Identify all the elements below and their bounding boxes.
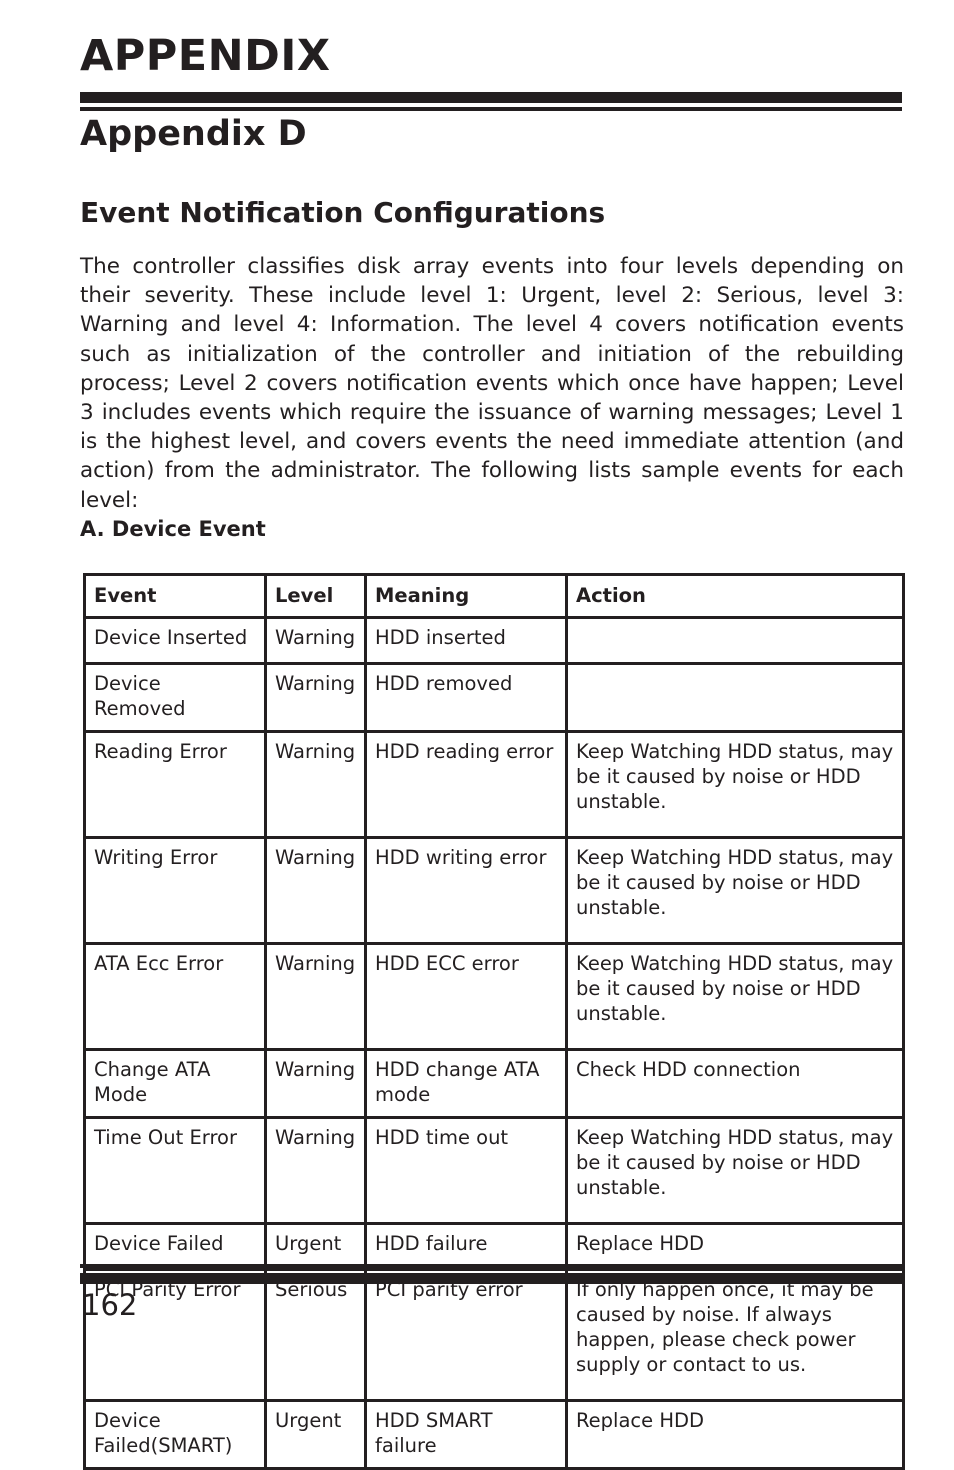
- cell-meaning: HDD writing error: [364, 836, 568, 945]
- table-row: Writing Error Warning HDD writing error …: [83, 836, 905, 945]
- cell-level: Urgent: [264, 1399, 367, 1470]
- table-row: Device Failed Urgent HDD failure Replace…: [83, 1222, 905, 1271]
- column-header-action: Action: [565, 573, 905, 619]
- cell-level: Warning: [264, 730, 367, 839]
- table-row: ATA Ecc Error Warning HDD ECC error Keep…: [83, 942, 905, 1051]
- table-row: Change ATA Mode Warning HDD change ATA m…: [83, 1048, 905, 1119]
- cell-event: Writing Error: [83, 836, 267, 945]
- cell-action: Keep Watching HDD status, may be it caus…: [565, 730, 905, 839]
- page-number: 162: [82, 1288, 138, 1322]
- cell-meaning: HDD reading error: [364, 730, 568, 839]
- column-header-level: Level: [264, 573, 367, 619]
- section-heading: Event Notification Configurations: [80, 196, 606, 229]
- column-header-meaning: Meaning: [364, 573, 568, 619]
- cell-level: Urgent: [264, 1222, 367, 1271]
- table-row: PCI Parity Error Serious PCI parity erro…: [83, 1268, 905, 1402]
- cell-action: Check HDD connection: [565, 1048, 905, 1119]
- cell-level: Warning: [264, 942, 367, 1051]
- cell-meaning: HDD ECC error: [364, 942, 568, 1051]
- table-body: Device Inserted Warning HDD inserted Dev…: [83, 616, 905, 1470]
- cell-level: Serious: [264, 1268, 367, 1402]
- device-event-table: Event Level Meaning Action Device Insert…: [83, 573, 905, 1470]
- cell-event: Reading Error: [83, 730, 267, 839]
- cell-level: Warning: [264, 1048, 367, 1119]
- cell-meaning: HDD time out: [364, 1116, 568, 1225]
- document-page: APPENDIX Appendix D Event Notification C…: [0, 0, 954, 1470]
- cell-action: Keep Watching HDD status, may be it caus…: [565, 1116, 905, 1225]
- header-rule-thick: [80, 92, 902, 103]
- cell-action: [565, 616, 905, 665]
- cell-action: Replace HDD: [565, 1399, 905, 1470]
- cell-action: If only happen once, it may be caused by…: [565, 1268, 905, 1402]
- cell-event: Device Removed: [83, 662, 267, 733]
- table-row: Device Failed(SMART) Urgent HDD SMART fa…: [83, 1399, 905, 1470]
- cell-event: Device Inserted: [83, 616, 267, 665]
- table-row: Time Out Error Warning HDD time out Keep…: [83, 1116, 905, 1225]
- cell-action: [565, 662, 905, 733]
- page-title: APPENDIX: [80, 31, 331, 81]
- table-row: Reading Error Warning HDD reading error …: [83, 730, 905, 839]
- column-header-event: Event: [83, 573, 267, 619]
- footer-rule-thick: [80, 1273, 902, 1284]
- cell-level: Warning: [264, 662, 367, 733]
- subsection-heading: A. Device Event: [80, 517, 266, 541]
- header-rule-thin: [80, 107, 902, 111]
- cell-meaning: HDD removed: [364, 662, 568, 733]
- cell-action: Keep Watching HDD status, may be it caus…: [565, 942, 905, 1051]
- cell-level: Warning: [264, 616, 367, 665]
- table-header-row: Event Level Meaning Action: [83, 573, 905, 619]
- cell-event: Device Failed(SMART): [83, 1399, 267, 1470]
- cell-level: Warning: [264, 836, 367, 945]
- cell-event: Change ATA Mode: [83, 1048, 267, 1119]
- body-paragraph: The controller classifies disk array eve…: [80, 254, 904, 513]
- cell-meaning: PCI parity error: [364, 1268, 568, 1402]
- appendix-subtitle: Appendix D: [80, 114, 307, 154]
- cell-event: Device Failed: [83, 1222, 267, 1271]
- cell-meaning: HDD SMART failure: [364, 1399, 568, 1470]
- table-row: Device Removed Warning HDD removed: [83, 662, 905, 733]
- cell-action: Keep Watching HDD status, may be it caus…: [565, 836, 905, 945]
- cell-action: Replace HDD: [565, 1222, 905, 1271]
- footer-rule-thin: [80, 1264, 902, 1268]
- table-row: Device Inserted Warning HDD inserted: [83, 616, 905, 665]
- cell-level: Warning: [264, 1116, 367, 1225]
- cell-event: Time Out Error: [83, 1116, 267, 1225]
- cell-meaning: HDD failure: [364, 1222, 568, 1271]
- cell-meaning: HDD change ATA mode: [364, 1048, 568, 1119]
- cell-meaning: HDD inserted: [364, 616, 568, 665]
- cell-event: ATA Ecc Error: [83, 942, 267, 1051]
